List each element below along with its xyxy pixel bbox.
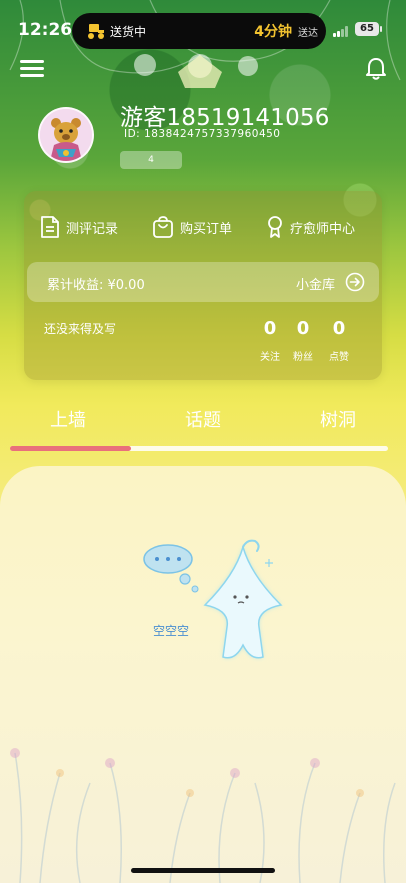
- vault-link[interactable]: 小金库: [296, 274, 335, 293]
- stat-following-label: 关注: [260, 352, 280, 363]
- bear-avatar-icon: [40, 109, 92, 161]
- nav-assessment-records-label: 测评记录: [66, 221, 119, 237]
- delivery-status-text: 送货中: [110, 25, 147, 39]
- delivery-scooter-icon: [88, 24, 104, 39]
- hamburger-menu-icon[interactable]: [20, 58, 44, 78]
- stat-likes-label: 点赞: [329, 352, 349, 363]
- meadow-background: [10, 748, 396, 883]
- stat-likes-value: 0: [332, 318, 346, 339]
- bio-text[interactable]: 还没来得及写: [44, 320, 116, 337]
- eta-suffix: 送达: [298, 28, 318, 39]
- user-id[interactable]: ID: 1838424757337960450: [124, 128, 281, 140]
- nav-healer-center[interactable]: 疗愈师中心: [266, 212, 355, 242]
- stat-followers-value: 0: [296, 318, 310, 339]
- username: 游客18519141056: [120, 105, 330, 131]
- shopping-bag-icon: [153, 216, 173, 238]
- nav-purchase-orders-label: 购买订单: [180, 221, 233, 237]
- content-sheet: [0, 466, 406, 883]
- earnings-label: 累计收益: ¥0.00: [47, 278, 145, 293]
- eta-minutes: 4分钟: [254, 24, 292, 40]
- earnings-row[interactable]: 累计收益: ¥0.00 小金库: [27, 262, 379, 302]
- tab-wall[interactable]: 上墙: [50, 406, 86, 432]
- cellular-signal-icon: [333, 26, 349, 37]
- dynamic-island-live-activity[interactable]: 送货中 4分钟 送达: [72, 13, 326, 49]
- stat-following-value: 0: [263, 318, 277, 339]
- stat-followers[interactable]: 0 粉丝: [286, 318, 320, 363]
- stat-following[interactable]: 0 关注: [253, 318, 287, 363]
- document-icon: [41, 216, 59, 238]
- nav-purchase-orders[interactable]: 购买订单: [152, 212, 232, 242]
- status-bar: 12:26 送货中 4分钟 送达 65: [0, 0, 406, 60]
- bell-icon[interactable]: [364, 56, 388, 82]
- arrow-right-circle-icon[interactable]: [345, 272, 365, 292]
- avatar[interactable]: [38, 107, 94, 163]
- level-badge: 4: [120, 151, 182, 169]
- award-badge-icon: [268, 216, 282, 238]
- tab-topics[interactable]: 话题: [185, 406, 221, 432]
- empty-state-text: 空空空: [153, 624, 190, 638]
- nav-healer-center-label: 疗愈师中心: [290, 221, 356, 237]
- home-indicator[interactable]: [131, 868, 275, 873]
- empty-state-star-mascot-icon: [143, 539, 283, 659]
- stat-followers-label: 粉丝: [293, 352, 313, 363]
- nav-assessment-records[interactable]: 测评记录: [40, 212, 118, 242]
- tab-active-indicator: [10, 446, 131, 451]
- battery-icon: 65: [355, 22, 382, 36]
- status-time: 12:26: [18, 20, 73, 40]
- stat-likes[interactable]: 0 点赞: [322, 318, 356, 363]
- tab-tree-hole[interactable]: 树洞: [320, 406, 356, 432]
